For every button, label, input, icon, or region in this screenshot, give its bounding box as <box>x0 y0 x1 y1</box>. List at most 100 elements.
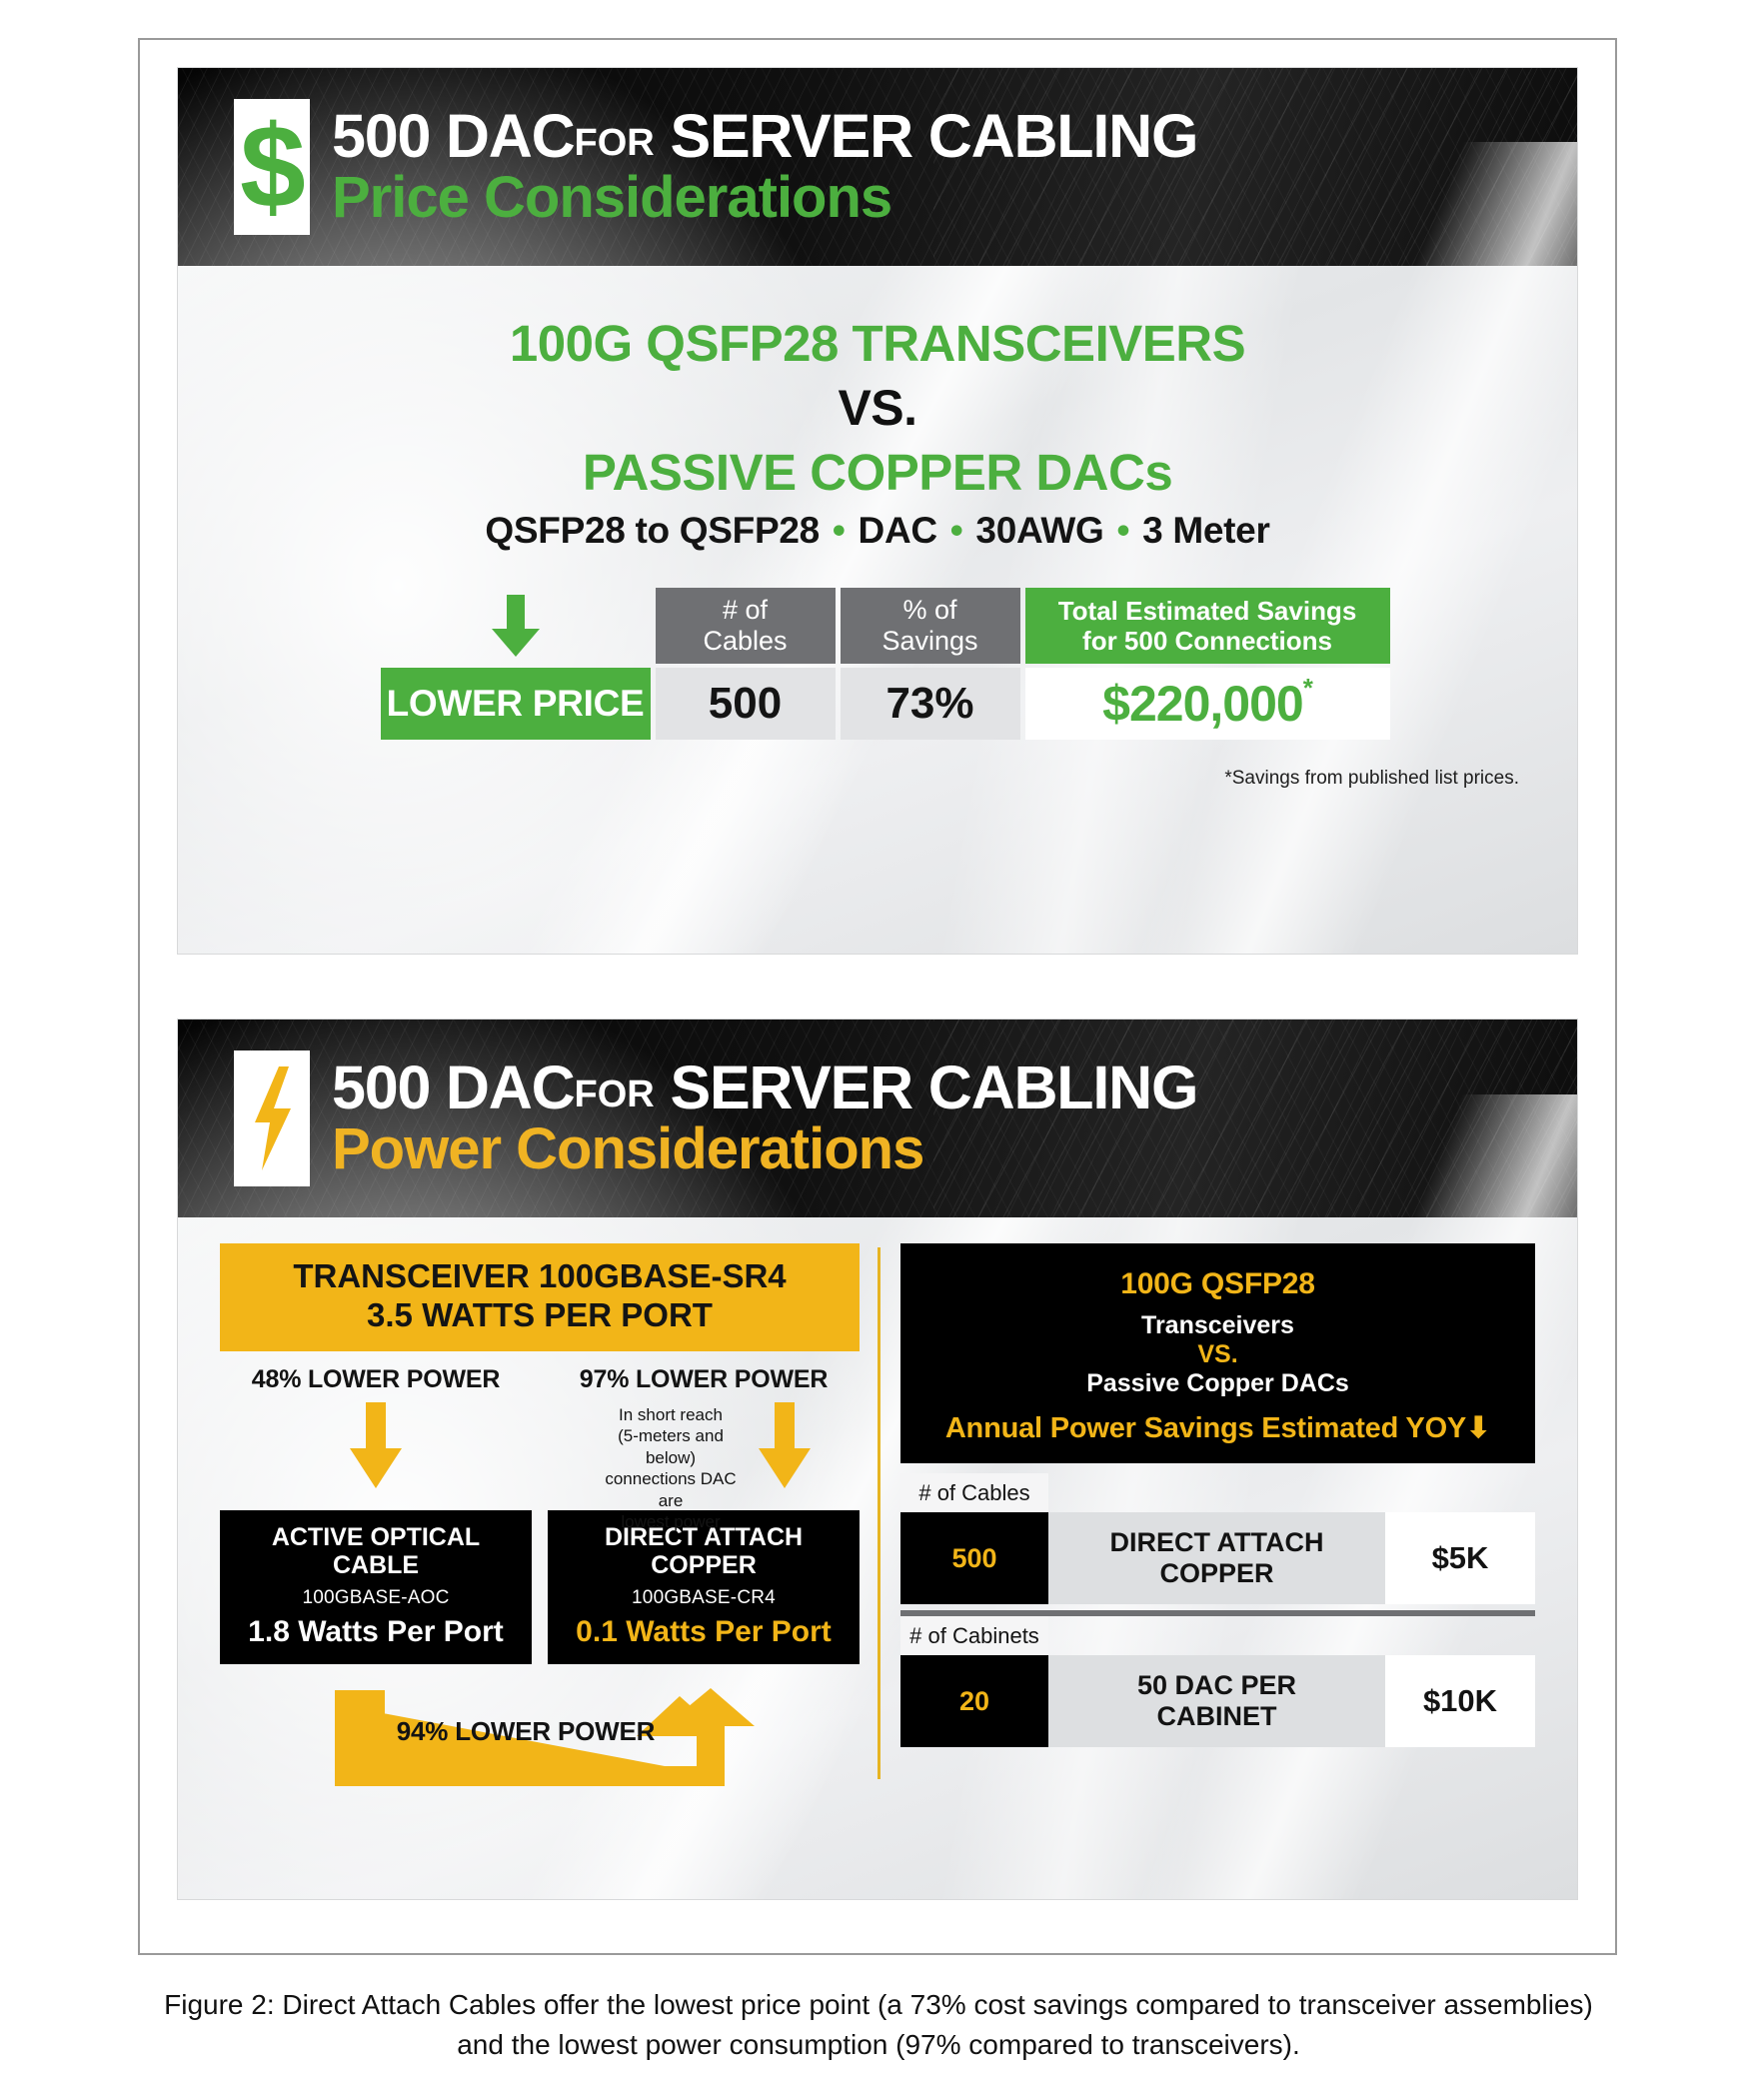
price-considerations-panel: $ 500 DACFOR SERVER CABLING Price Consid… <box>178 68 1577 954</box>
short-reach-note-line-1: (5-meters and below) <box>618 1426 724 1467</box>
lower-power-48-label: 48% LOWER POWER <box>251 1364 501 1393</box>
annual-power-savings-card: 100G QSFP28 Transceivers VS. Passive Cop… <box>900 1243 1535 1463</box>
figure-caption-line2: and the lowest power consumption (97% co… <box>457 2028 1300 2060</box>
summary-sub1: Transceivers <box>1141 1311 1294 1339</box>
summary-row0-desc-text: DIRECT ATTACH COPPER <box>1110 1527 1324 1589</box>
figure-caption-line1: Figure 2: Direct Attach Cables offer the… <box>164 1989 1593 2020</box>
spec-part-0: QSFP28 to QSFP28 <box>485 510 820 551</box>
lower-power-right-group: 97% LOWER POWER In short reach (5-meters… <box>548 1365 860 1531</box>
bolt-glyph <box>255 1066 291 1170</box>
price-header-main: 500 DAC <box>332 101 576 170</box>
summary-row0-desc-line2: COPPER <box>1159 1558 1274 1588</box>
comparison-vs-label: VS. <box>838 380 917 436</box>
transceiver-banner-line2: 3.5 WATTS PER PORT <box>367 1295 713 1333</box>
table-value-total-savings: $220,000 * <box>1024 668 1390 740</box>
lightning-bolt-icon <box>234 1050 310 1186</box>
power-left-column: TRANSCEIVER 100GBASE-SR4 3.5 WATTS PER P… <box>220 1243 860 1899</box>
header-cables-line2: Cables <box>703 626 788 656</box>
summary-yoy-text: Annual Power Savings Estimated YOY <box>944 1412 1467 1444</box>
price-comparison-block: 100G QSFP28 TRANSCEIVERS VS. PASSIVE COP… <box>178 272 1577 552</box>
spec-bullet-icon: • <box>1116 510 1130 551</box>
lower-price-arrow-cell <box>381 588 651 664</box>
cable-dac-standard: 100GBASE-CR4 <box>632 1586 776 1608</box>
price-header-for: FOR <box>574 121 655 164</box>
table-row-label-lower-price: LOWER PRICE <box>380 668 651 740</box>
short-reach-note-line-2: connections DAC are <box>605 1469 737 1510</box>
cable-dac-watts: 0.1 Watts Per Port <box>576 1614 832 1648</box>
summary-title: 100G QSFP28 <box>1120 1267 1315 1300</box>
table-header-cables-text: # of Cables <box>703 595 787 657</box>
header-cables-line1: # of <box>722 594 769 625</box>
summary-row0-head-spacer-right <box>1385 1473 1535 1512</box>
power-vertical-divider <box>878 1247 880 1779</box>
summary-yoy-label: Annual Power Savings Estimated YOY⬇ <box>910 1410 1525 1445</box>
summary-row1-head-spacer-right <box>1385 1616 1535 1655</box>
power-header-text: 500 DACFOR SERVER CABLING Power Consider… <box>332 1056 1198 1178</box>
table-header-savings-text: % of Savings <box>881 595 977 657</box>
power-header-main: 500 DAC <box>332 1052 576 1121</box>
spec-bullet-icon: • <box>832 510 846 551</box>
power-header-tail: SERVER CABLING <box>670 1052 1198 1121</box>
summary-row1-desc-line1: 50 DAC PER <box>1136 1670 1297 1701</box>
summary-row0-count: 500 <box>900 1512 1048 1604</box>
summary-row1-desc-text: 50 DAC PER CABINET <box>1137 1670 1296 1732</box>
price-footnote: *Savings from published list prices. <box>1224 768 1519 789</box>
total-savings-asterisk: * <box>1302 672 1313 703</box>
transceiver-banner: TRANSCEIVER 100GBASE-SR4 3.5 WATTS PER P… <box>220 1243 860 1351</box>
figure-frame: $ 500 DACFOR SERVER CABLING Price Consid… <box>138 38 1617 1955</box>
summary-vs: VS. <box>1197 1340 1238 1368</box>
cable-aoc-name-line1: ACTIVE OPTICAL <box>271 1522 481 1551</box>
arrow-down-icon: ⬇ <box>1466 1412 1491 1444</box>
summary-row1-head-spacer-mid <box>1048 1616 1385 1655</box>
summary-sub2: Passive Copper DACs <box>1086 1369 1349 1397</box>
power-savings-table: # of Cables 500 DIRECT ATTACH COPPER $5K <box>900 1473 1535 1747</box>
comparison-top-label: 100G QSFP28 TRANSCEIVERS <box>509 315 1246 372</box>
header-savings-line2: Savings <box>881 626 978 656</box>
comparison-spec-line: QSFP28 to QSFP28 • DAC • 30AWG • 3 Meter <box>178 510 1577 552</box>
price-header-tail: SERVER CABLING <box>670 101 1198 170</box>
lower-power-labels-row: 48% LOWER POWER 97% LOWER POWER In short… <box>220 1365 860 1531</box>
dollar-glyph: $ <box>240 101 306 233</box>
summary-row0-head: # of Cables <box>900 1473 1048 1512</box>
summary-row0-desc: DIRECT ATTACH COPPER <box>1048 1512 1385 1604</box>
power-panel-body: TRANSCEIVER 100GBASE-SR4 3.5 WATTS PER P… <box>178 1020 1577 1899</box>
summary-row1-count: 20 <box>900 1655 1048 1747</box>
table-header-total-text: Total Estimated Savings for 500 Connecti… <box>1058 596 1357 656</box>
header-total-line1: Total Estimated Savings <box>1057 595 1357 626</box>
cable-box-aoc: ACTIVE OPTICAL CABLE 100GBASE-AOC 1.8 Wa… <box>220 1509 532 1664</box>
price-savings-table: # of Cables % of Savings Total Estimated… <box>380 588 1390 740</box>
cable-box-dac: DIRECT ATTACH COPPER 100GBASE-CR4 0.1 Wa… <box>548 1509 860 1664</box>
cable-aoc-name: ACTIVE OPTICAL CABLE <box>229 1523 523 1580</box>
summary-row1-desc: 50 DAC PER CABINET <box>1048 1655 1385 1747</box>
figure-page: $ 500 DACFOR SERVER CABLING Price Consid… <box>0 0 1757 2100</box>
transceiver-banner-line1: TRANSCEIVER 100GBASE-SR4 <box>293 1257 787 1294</box>
table-row: # of Cabinets 20 50 DAC PER CABINET $10K <box>900 1616 1535 1747</box>
power-header-for: FOR <box>574 1072 655 1115</box>
summary-row0-desc-line1: DIRECT ATTACH <box>1109 1527 1324 1558</box>
arrow-down-icon <box>758 1401 811 1488</box>
price-header-subtitle: Price Considerations <box>332 165 892 231</box>
table-value-savings-percent: 73% <box>840 668 1020 740</box>
spec-part-3: 3 Meter <box>1142 510 1270 551</box>
spec-bullet-icon: • <box>949 510 963 551</box>
cable-aoc-watts: 1.8 Watts Per Port <box>248 1614 504 1648</box>
power-header-line1: 500 DACFOR SERVER CABLING <box>332 1056 1198 1118</box>
arrow-area-right: In short reach (5-meters and below) conn… <box>548 1394 860 1531</box>
power-right-column: 100G QSFP28 Transceivers VS. Passive Cop… <box>900 1243 1535 1899</box>
cable-boxes-row: ACTIVE OPTICAL CABLE 100GBASE-AOC 1.8 Wa… <box>220 1509 860 1664</box>
spec-part-2: 30AWG <box>975 510 1104 551</box>
cable-aoc-name-line2: CABLE <box>332 1551 420 1580</box>
figure-caption: Figure 2: Direct Attach Cables offer the… <box>0 1985 1757 2065</box>
table-row: # of Cables 500 DIRECT ATTACH COPPER $5K <box>900 1473 1535 1604</box>
header-total-line2: for 500 Connections <box>1082 626 1332 656</box>
comparison-bottom-label: PASSIVE COPPER DACs <box>582 444 1173 501</box>
header-savings-line1: % of <box>902 594 957 625</box>
lower-power-left-group: 48% LOWER POWER <box>220 1365 532 1510</box>
short-reach-note-line-3: lowest power <box>621 1511 721 1531</box>
arrow-down-icon <box>491 595 540 657</box>
spec-part-1: DAC <box>858 510 938 551</box>
summary-row0-head-spacer-mid <box>1048 1473 1385 1512</box>
short-reach-note: In short reach (5-meters and below) conn… <box>594 1394 749 1532</box>
dollar-sign-icon: $ <box>234 99 310 235</box>
short-reach-note-line-0: In short reach <box>619 1404 723 1424</box>
